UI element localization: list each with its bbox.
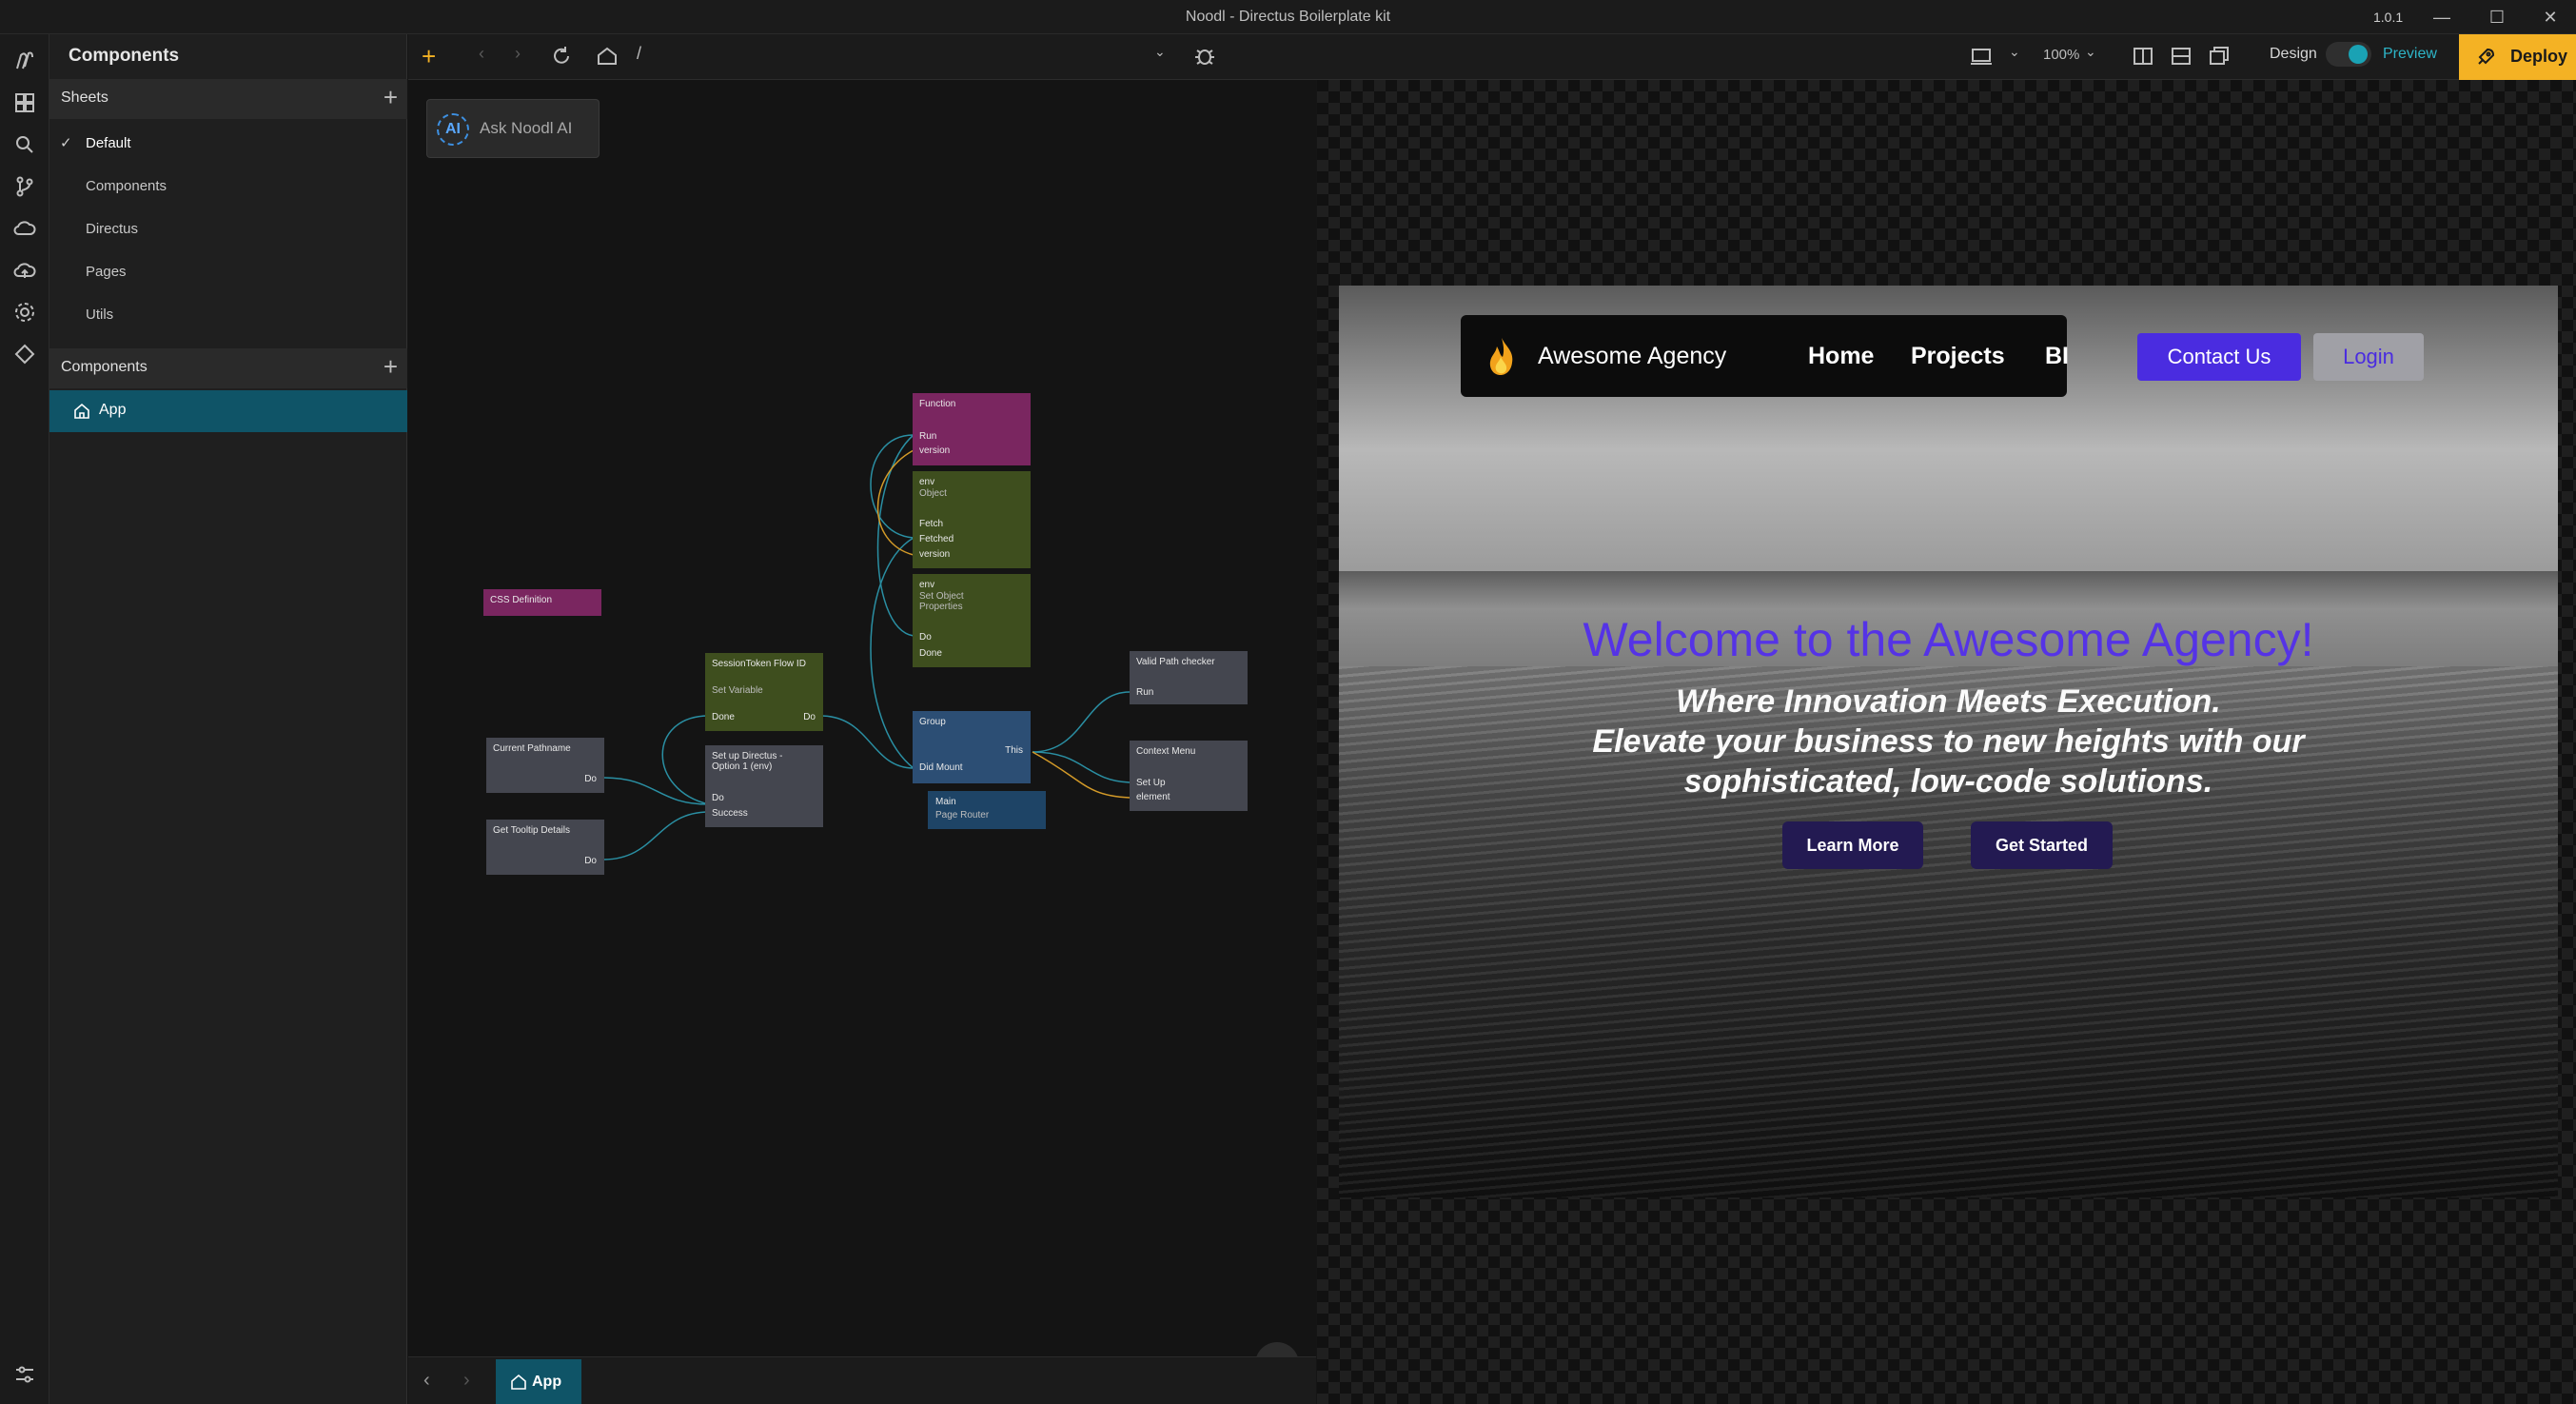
node-port: Success [712, 808, 748, 819]
node-subtitle: Object [919, 488, 947, 499]
node-title: Main [935, 797, 956, 807]
contact-us-button[interactable]: Contact Us [2137, 333, 2301, 381]
node-title: Context Menu [1136, 746, 1196, 757]
login-button[interactable]: Login [2313, 333, 2424, 381]
site-navbar: Awesome Agency Home Projects BI [1461, 315, 2069, 397]
hero-subtitle-line-1: Where Innovation Meets Execution. [1676, 683, 2221, 720]
get-started-button[interactable]: Get Started [1971, 821, 2113, 869]
node-port: Done [712, 712, 735, 722]
app-tab-label: App [532, 1374, 562, 1390]
node-context-menu[interactable]: Context Menu Set Up element [1130, 741, 1248, 811]
node-group[interactable]: Group This Did Mount [913, 711, 1031, 783]
node-port: Do [584, 856, 597, 866]
horizon-band [1339, 571, 2558, 609]
nav-home[interactable]: Home [1808, 343, 1874, 370]
node-port: version [919, 549, 951, 560]
node-title: Group [919, 717, 946, 727]
node-port: version [919, 445, 951, 456]
node-subtitle: Page Router [935, 810, 990, 821]
node-title: SessionToken Flow ID [712, 659, 806, 669]
forward-arrow-icon[interactable]: › [463, 1370, 470, 1392]
node-title: Set up Directus - Option 1 (env) [712, 751, 783, 772]
node-env-set-object[interactable]: env Set Object Properties Do Done [913, 574, 1031, 667]
node-port: Fetch [919, 519, 944, 529]
app-window: Noodl - Directus Boilerplate kit 1.0.1 —… [0, 0, 2576, 1404]
hero-subtitle: Where Innovation Meets Execution. Elevat… [1339, 682, 2558, 801]
node-title: Valid Path checker [1136, 657, 1215, 667]
hero-subtitle-line-3: sophisticated, low-code solutions. [1683, 763, 2213, 800]
home-icon [511, 1374, 526, 1390]
node-port: element [1136, 792, 1170, 802]
node-main-page-router[interactable]: Main Page Router [928, 791, 1046, 829]
node-subtitle: Set Object Properties [919, 591, 964, 612]
node-setup-directus[interactable]: Set up Directus - Option 1 (env) Do Succ… [705, 745, 823, 827]
nav-bi[interactable]: BI [2045, 343, 2069, 370]
node-title: Get Tooltip Details [493, 825, 570, 836]
node-sessiontoken-flow[interactable]: SessionToken Flow ID Set Variable Done D… [705, 653, 823, 731]
node-title: Current Pathname [493, 743, 571, 754]
node-subtitle: Set Variable [712, 685, 763, 696]
node-port: Done [919, 648, 942, 659]
back-arrow-icon[interactable]: ‹ [423, 1370, 430, 1392]
learn-more-button[interactable]: Learn More [1782, 821, 1923, 869]
node-port: Fetched [919, 534, 954, 544]
node-port: Run [919, 431, 937, 442]
node-valid-path-checker[interactable]: Valid Path checker Run [1130, 651, 1248, 704]
node-port: Run [1136, 687, 1154, 698]
hero-subtitle-line-2: Elevate your business to new heights wit… [1592, 723, 2305, 760]
node-port: Do [803, 712, 816, 722]
node-title: Function [919, 399, 956, 409]
node-function[interactable]: Function Run version [913, 393, 1031, 465]
node-current-pathname[interactable]: Current Pathname Do [486, 738, 604, 793]
node-env-object[interactable]: env Object Fetch Fetched version [913, 471, 1031, 568]
node-port: Do [712, 793, 724, 803]
node-port: This [1005, 745, 1023, 756]
node-title: CSS Definition [490, 595, 553, 605]
node-port: Did Mount [919, 762, 963, 773]
node-port: Do [584, 774, 597, 784]
node-port: Set Up [1136, 778, 1166, 788]
app-tab[interactable]: App [496, 1359, 581, 1404]
node-css-definition[interactable]: CSS Definition [483, 589, 601, 616]
nav-projects[interactable]: Projects [1911, 343, 2005, 370]
hero-title: Welcome to the Awesome Agency! [1583, 613, 2314, 666]
site-brand[interactable]: Awesome Agency [1538, 343, 1726, 370]
flame-logo-icon [1489, 338, 1513, 375]
node-port: Do [919, 632, 932, 643]
node-get-tooltip-details[interactable]: Get Tooltip Details Do [486, 820, 604, 875]
